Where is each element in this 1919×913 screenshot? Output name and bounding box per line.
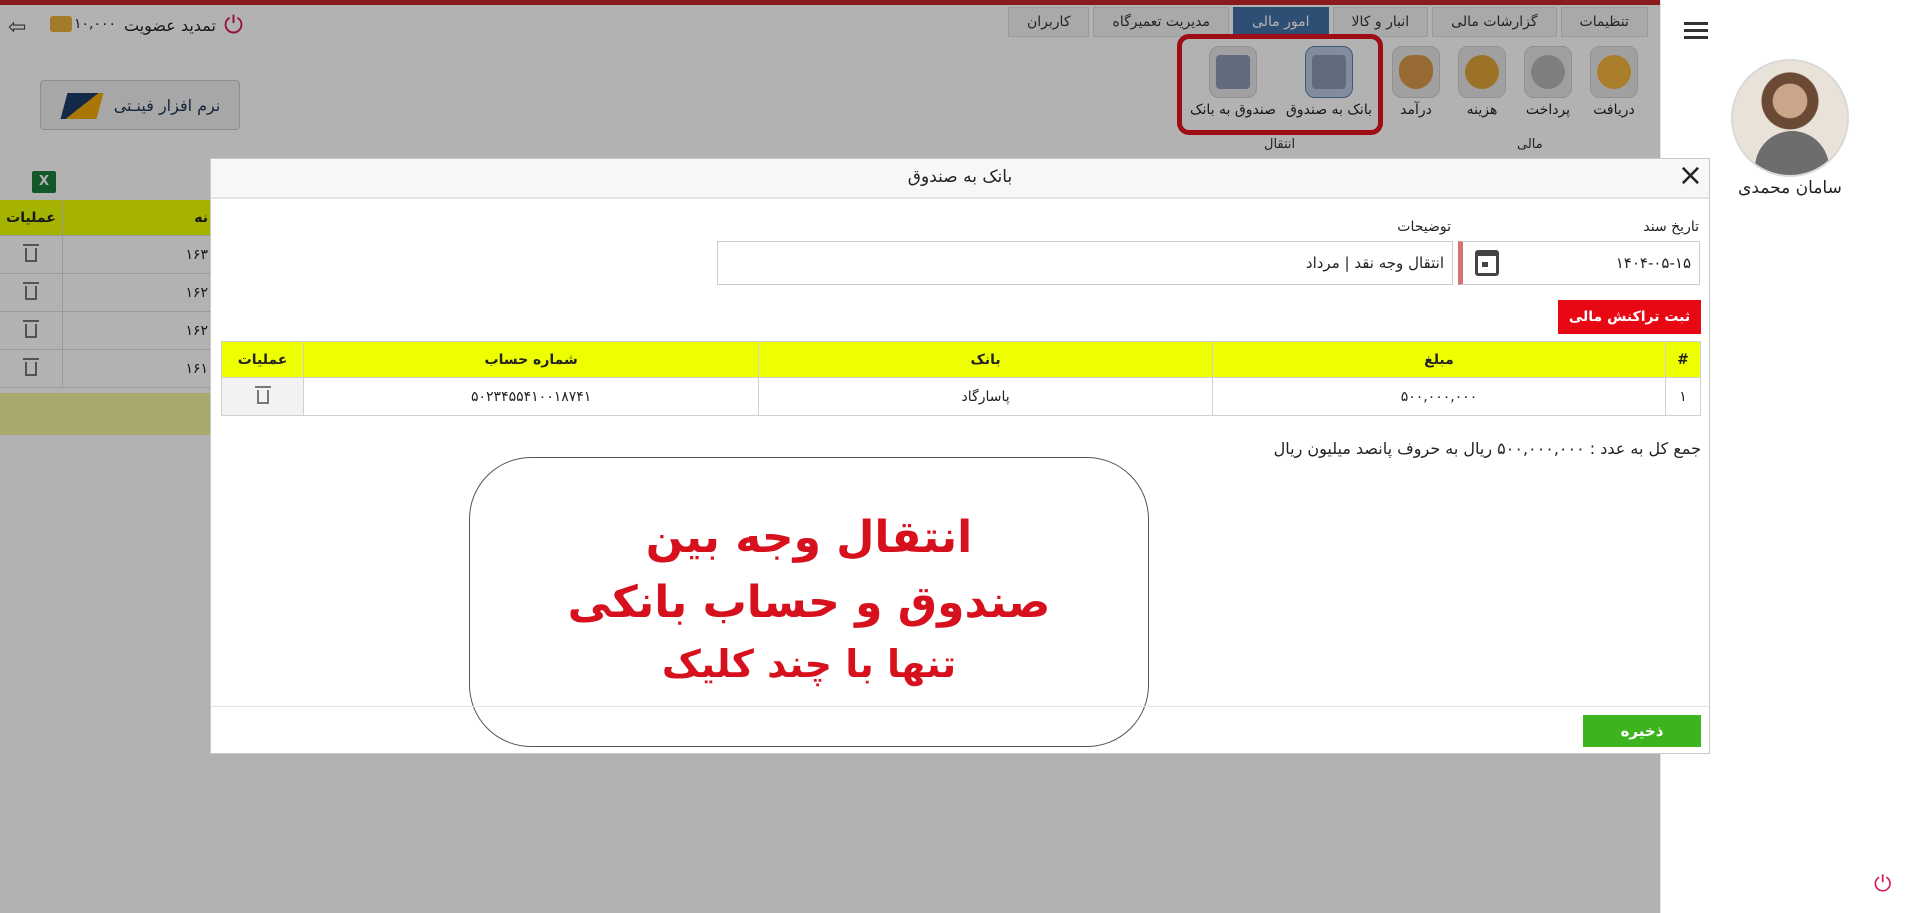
- callout-line-3: تنها با چند کلیک: [661, 642, 957, 686]
- document-date-field[interactable]: ۱۴۰۴-۰۵-۱۵: [1458, 241, 1700, 285]
- dialog-title: بانک به صندوق: [907, 167, 1013, 187]
- avatar: [1731, 59, 1849, 177]
- register-transaction-button[interactable]: ثبت تراکنش مالی: [1558, 300, 1701, 334]
- user-name: سامان محمدی: [1738, 178, 1842, 198]
- save-button[interactable]: ذخیره: [1583, 715, 1701, 747]
- close-icon[interactable]: ×: [1678, 161, 1703, 191]
- transfer-table: # مبلغ بانک شماره حساب عملیات ۱ ۵۰۰,۰۰۰,…: [220, 341, 1702, 416]
- row-bank: پاسارگاد: [758, 377, 1214, 416]
- promo-callout: انتقال وجه بین صندوق و حساب بانکی تنها ب…: [469, 457, 1149, 747]
- date-value: ۱۴۰۴-۰۵-۱۵: [1615, 254, 1691, 272]
- description-value: انتقال وجه نقد | مرداد: [1305, 254, 1444, 272]
- power-off-icon[interactable]: ⏻: [1874, 872, 1891, 897]
- hamburger-menu-icon[interactable]: [1684, 22, 1708, 42]
- row-number: ۱: [1664, 377, 1702, 416]
- col-amount: مبلغ: [1212, 341, 1666, 378]
- col-bank: بانک: [758, 341, 1214, 378]
- callout-line-1: انتقال وجه بین: [645, 512, 973, 563]
- total-amount-text: جمع کل به عدد : ۵۰۰,۰۰۰,۰۰۰ ریال به حروف…: [1273, 439, 1701, 458]
- col-account-number: شماره حساب: [303, 341, 760, 378]
- col-operations: عملیات: [220, 341, 305, 378]
- description-field[interactable]: انتقال وجه نقد | مرداد: [717, 241, 1453, 285]
- calendar-icon[interactable]: [1475, 250, 1499, 276]
- dialog-header: بانک به صندوق ×: [211, 159, 1709, 199]
- col-number: #: [1664, 341, 1702, 378]
- table-header-row: # مبلغ بانک شماره حساب عملیات: [220, 341, 1702, 378]
- bank-to-cash-dialog: بانک به صندوق × تاریخ سند ۱۴۰۴-۰۵-۱۵ توض…: [210, 158, 1710, 754]
- date-label: تاریخ سند: [1643, 219, 1699, 235]
- callout-line-2: صندوق و حساب بانکی: [567, 577, 1051, 628]
- dialog-footer-divider: [211, 706, 1709, 707]
- delete-icon[interactable]: [254, 385, 271, 404]
- row-operations: [220, 377, 305, 416]
- row-amount: ۵۰۰,۰۰۰,۰۰۰: [1212, 377, 1666, 416]
- row-account-number: ۵۰۲۳۴۵۵۴۱۰۰۱۸۷۴۱: [303, 377, 760, 416]
- description-label: توضیحات: [1397, 219, 1451, 235]
- table-row: ۱ ۵۰۰,۰۰۰,۰۰۰ پاسارگاد ۵۰۲۳۴۵۵۴۱۰۰۱۸۷۴۱: [220, 377, 1702, 416]
